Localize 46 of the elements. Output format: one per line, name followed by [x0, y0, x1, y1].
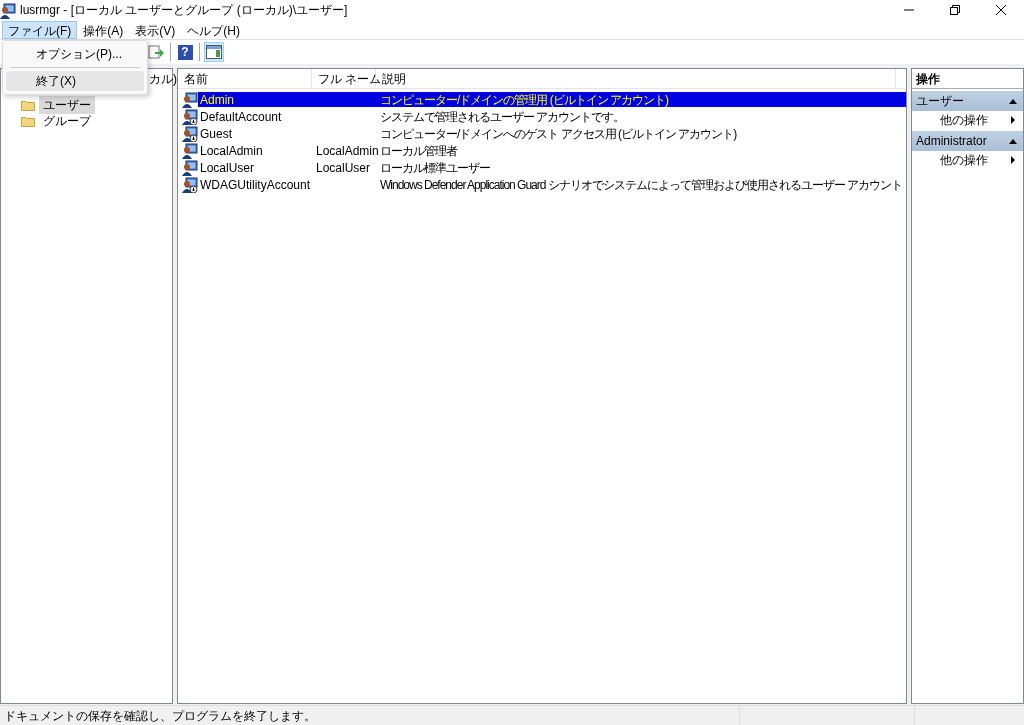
column-header[interactable]: 名前 — [178, 69, 312, 88]
panel-title: 操作 — [912, 69, 1023, 89]
menu-item[interactable]: 操作(A) — [77, 20, 130, 39]
section-title: ユーザー — [916, 93, 964, 110]
restore-icon — [950, 5, 960, 15]
tree-item[interactable]: カル) — [149, 70, 177, 88]
collapse-icon[interactable] — [1009, 98, 1017, 104]
window-title: lusrmgr - [ローカル ユーザーとグループ (ローカル)\ユーザー] — [20, 2, 348, 19]
action-link[interactable]: 他の操作 — [940, 111, 988, 129]
submenu-arrow-icon — [1011, 156, 1015, 164]
menu-item[interactable]: 終了(X) — [6, 71, 144, 91]
table-cell-text: LocalAdmin — [315, 142, 378, 160]
table-cell-text: ローカル管理者 — [379, 142, 457, 160]
menu-item[interactable]: ヘルプ(H) — [181, 20, 246, 39]
folder-icon — [21, 115, 35, 127]
tree-item[interactable]: グループ — [39, 112, 95, 130]
close-icon — [996, 5, 1006, 15]
table-cell-text: LocalUser — [315, 159, 372, 177]
pane-icon[interactable] — [204, 42, 224, 62]
selected-row[interactable]: Admin コンピューター/ドメインの管理用 (ビルトイン アカウント) — [198, 92, 906, 107]
table-cell-text: WDAGUtilityAccount — [199, 176, 312, 194]
table-cell-text: コンピューター/ドメインの管理用 (ビルトイン アカウント) — [379, 91, 668, 109]
export-icon[interactable] — [146, 42, 166, 62]
table-cell-text: LocalAdmin — [199, 142, 264, 160]
section-header[interactable]: Administrator — [912, 131, 1023, 151]
table-cell-text: システムで管理されるユーザー アカウントです。 — [379, 108, 625, 126]
menu-item[interactable]: 表示(V) — [129, 20, 182, 39]
table-cell-text: Windows Defender Application Guard シナリオでシステムによって管理および使用されるユーザー アカウント — [379, 176, 903, 194]
status-text: ドキュメントの保存を確認し、プログラムを終了します。 — [3, 707, 317, 725]
table-cell-text: Admin — [199, 91, 235, 109]
action-link[interactable]: 他の操作 — [940, 151, 988, 169]
folder-icon — [21, 99, 35, 111]
collapse-icon[interactable] — [1009, 138, 1017, 144]
table-cell-text: コンピューター/ドメインへのゲスト アクセス用 (ビルトイン アカウント) — [379, 125, 737, 143]
submenu-arrow-icon — [1011, 116, 1015, 124]
table-cell-text: ローカル標準ユーザー — [379, 159, 490, 177]
table-cell-text: Guest — [199, 125, 233, 143]
section-title: Administrator — [916, 133, 987, 150]
section-header[interactable]: ユーザー — [912, 91, 1023, 111]
app-icon — [0, 2, 16, 19]
table-cell-text: DefaultAccount — [199, 108, 283, 126]
menu-item[interactable]: ファイル(F) — [2, 20, 78, 39]
table-cell-text: LocalUser — [199, 159, 256, 177]
menu-item[interactable]: オプション(P)... — [6, 44, 144, 64]
help-icon[interactable]: ? — [175, 42, 195, 62]
tree-item[interactable]: ユーザー — [39, 96, 95, 114]
